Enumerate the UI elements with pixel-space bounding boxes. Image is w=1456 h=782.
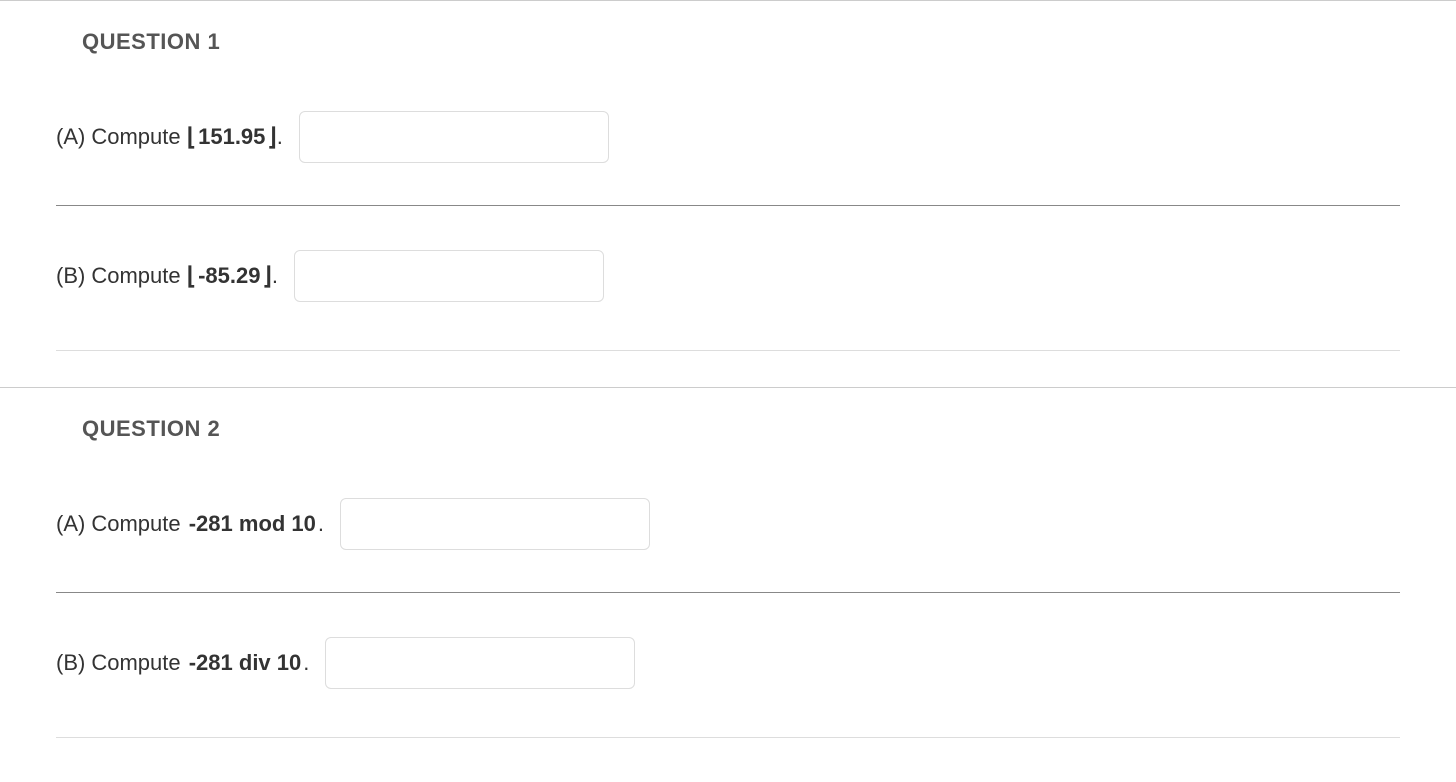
answer-input-1a[interactable] [299,111,609,163]
part-expression: -281 mod 10 [189,511,316,537]
part-label: (B) [56,263,85,289]
floor-right-icon: ⌋ [267,123,276,152]
part-prompt: Compute [91,650,180,676]
question-1-content: (A) Compute ⌊ 151.95 ⌋ . (B) Compute ⌊ -… [0,85,1456,387]
answer-input-2a[interactable] [340,498,650,550]
part-prompt: Compute [91,124,180,150]
part-period: . [303,650,309,676]
floor-right-icon: ⌋ [263,262,272,291]
part-expression: -85.29 [198,263,260,289]
part-expression: -281 div 10 [189,650,302,676]
question-2-part-b: (B) Compute -281 div 10 . [56,611,1400,725]
part-label: (A) [56,511,85,537]
question-2-block: QUESTION 2 (A) Compute -281 mod 10 . (B)… [0,387,1456,774]
question-1-block: QUESTION 1 (A) Compute ⌊ 151.95 ⌋ . (B) … [0,0,1456,387]
question-2-content: (A) Compute -281 mod 10 . (B) Compute -2… [0,472,1456,774]
floor-left-icon: ⌊ [187,123,196,152]
question-2-part-a: (A) Compute -281 mod 10 . [56,472,1400,586]
question-end-divider [56,350,1400,351]
question-title: QUESTION 1 [0,1,1456,85]
part-expression: 151.95 [198,124,265,150]
part-label: (B) [56,650,85,676]
part-period: . [318,511,324,537]
question-1-part-a: (A) Compute ⌊ 151.95 ⌋ . [56,85,1400,199]
part-divider [56,205,1400,206]
part-prompt: Compute [91,511,180,537]
question-end-divider [56,737,1400,738]
answer-input-1b[interactable] [294,250,604,302]
answer-input-2b[interactable] [325,637,635,689]
question-1-part-b: (B) Compute ⌊ -85.29 ⌋ . [56,224,1400,338]
part-period: . [272,263,278,289]
part-label: (A) [56,124,85,150]
part-prompt: Compute [91,263,180,289]
part-period: . [277,124,283,150]
floor-left-icon: ⌊ [187,262,196,291]
part-divider [56,592,1400,593]
question-title: QUESTION 2 [0,388,1456,472]
